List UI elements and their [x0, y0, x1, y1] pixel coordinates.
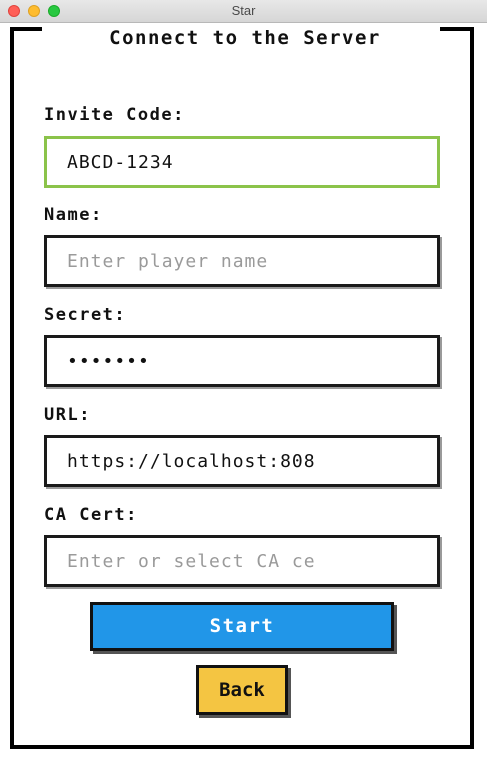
invite-code-field[interactable]	[44, 136, 440, 188]
ca-cert-input[interactable]	[47, 538, 437, 584]
window-title: Star	[231, 3, 256, 18]
name-label: Name:	[44, 205, 103, 225]
name-field[interactable]	[44, 235, 440, 287]
frame-border-left-segment	[10, 27, 42, 31]
name-input[interactable]	[47, 238, 437, 284]
invite-code-input[interactable]	[47, 139, 437, 185]
window-titlebar: Star	[0, 0, 487, 23]
form-heading: Connect to the Server	[109, 27, 381, 49]
url-field[interactable]	[44, 435, 440, 487]
ca-cert-field[interactable]	[44, 535, 440, 587]
secret-field[interactable]	[44, 335, 440, 387]
invite-code-label: Invite Code:	[44, 105, 185, 125]
back-button[interactable]: Back	[196, 665, 288, 715]
frame-border-right-segment	[440, 27, 474, 31]
secret-label: Secret:	[44, 305, 127, 325]
url-input[interactable]	[47, 438, 437, 484]
ca-cert-label: CA Cert:	[44, 505, 138, 525]
secret-input[interactable]	[47, 338, 437, 384]
start-button[interactable]: Start	[90, 602, 394, 651]
connect-form: Connect to the Server Invite Code: Name:…	[0, 23, 487, 759]
url-label: URL:	[44, 405, 91, 425]
